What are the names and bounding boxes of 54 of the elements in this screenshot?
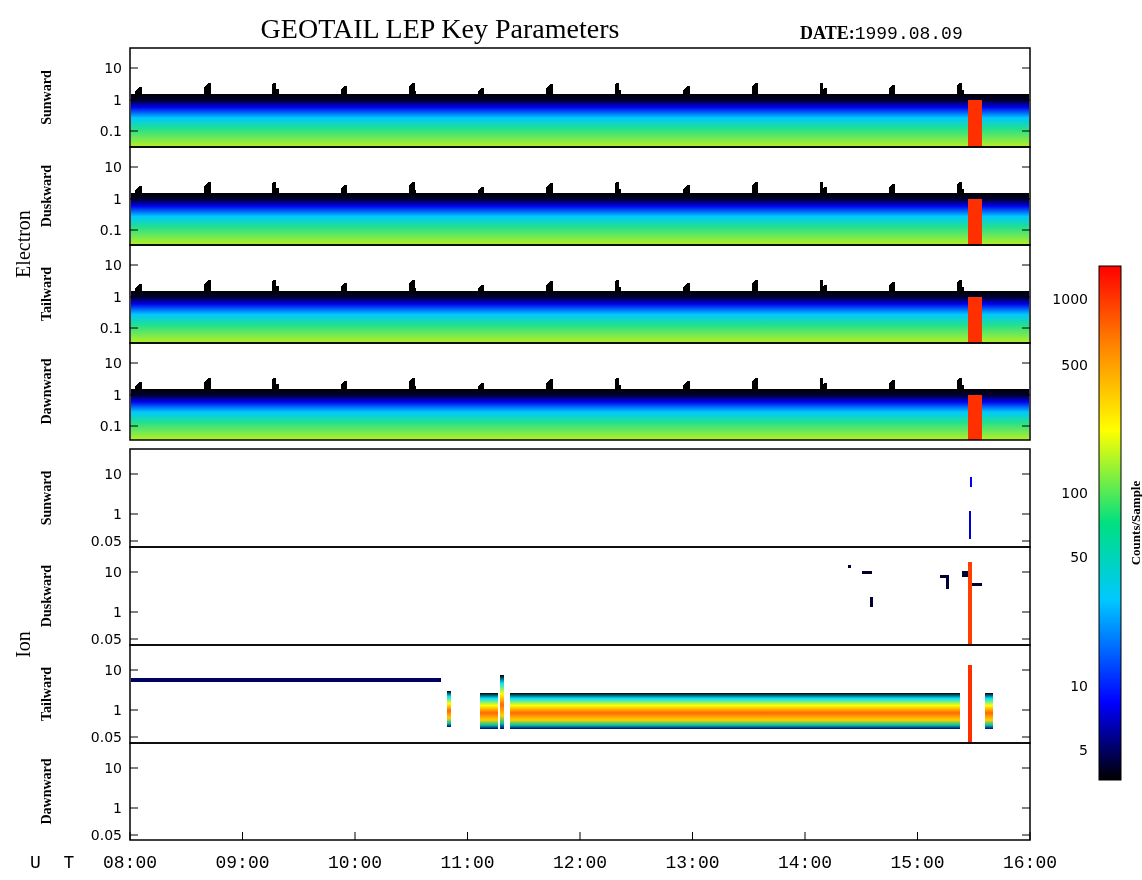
panel-label: Sunward — [39, 70, 54, 125]
y-tick-label: 10 — [104, 60, 122, 76]
y-tick-label: 10 — [104, 662, 122, 678]
x-tick-label: 10:00 — [328, 853, 382, 873]
y-tick-label: 0.1 — [99, 222, 122, 238]
x-tick-label: 14:00 — [778, 853, 832, 873]
panel-label: Duskward — [39, 164, 54, 228]
y-tick-label: 10 — [104, 466, 122, 482]
y-tick-label: 1 — [113, 800, 122, 816]
x-tick-label: 08:00 — [103, 853, 157, 873]
y-tick-label: 0.05 — [90, 827, 122, 843]
x-tick-label: 11:00 — [440, 853, 495, 873]
y-tick-label: 10 — [104, 159, 122, 175]
y-tick-label: 1 — [113, 702, 122, 718]
colorbar-tick-label: 100 — [1061, 485, 1088, 501]
y-tick-label: 1 — [113, 506, 122, 522]
panel-label: Duskward — [39, 564, 54, 628]
panel-label: Sunward — [39, 470, 54, 526]
colorbar-tick-label: 500 — [1061, 357, 1088, 373]
spectrogram-drawing — [969, 477, 972, 539]
group-label: Electron — [12, 210, 34, 278]
y-tick-label: 1 — [113, 604, 122, 620]
y-tick-label: 0.05 — [90, 533, 122, 549]
axis-label: U T — [30, 853, 81, 873]
colorbar-tick-label: 50 — [1070, 549, 1088, 565]
date-label: DATE:1999.08.09 — [800, 23, 963, 44]
colorbar-tick-label: 10 — [1070, 678, 1088, 694]
x-tick-label: 15:00 — [890, 853, 945, 873]
colorbar-tick-label: 5 — [1079, 742, 1088, 758]
y-tick-label: 1 — [113, 92, 122, 108]
panel-label: Tailward — [39, 667, 54, 721]
y-tick-label: 10 — [104, 760, 122, 776]
colorbar-tick-label: 1000 — [1052, 291, 1088, 307]
y-tick-label: 0.1 — [99, 418, 122, 434]
y-tick-label: 10 — [104, 355, 122, 371]
y-tick-label: 1 — [113, 387, 122, 403]
panel-label: Dawnward — [39, 758, 54, 825]
y-tick-label: 10 — [104, 257, 122, 273]
y-tick-label: 10 — [104, 564, 122, 580]
x-tick-label: 09:00 — [215, 853, 270, 873]
x-tick-label: 13:00 — [665, 853, 720, 873]
x-tick-label: 12:00 — [553, 853, 607, 873]
x-tick-label: 16:00 — [1003, 853, 1057, 873]
y-tick-label: 0.05 — [90, 631, 122, 647]
y-tick-label: 1 — [113, 289, 122, 305]
y-tick-label: 0.1 — [99, 320, 122, 336]
y-tick-label: 0.1 — [99, 123, 122, 139]
plot-title: GEOTAIL LEP Key Parameters — [260, 13, 620, 44]
y-tick-label: 1 — [113, 191, 122, 207]
panel-label: Dawnward — [39, 358, 54, 425]
y-tick-label: 0.05 — [90, 729, 122, 745]
group-label: Ion — [12, 631, 34, 658]
panel-label: Tailward — [39, 267, 54, 321]
colorbar-label: Counts/Sample — [1128, 480, 1142, 566]
